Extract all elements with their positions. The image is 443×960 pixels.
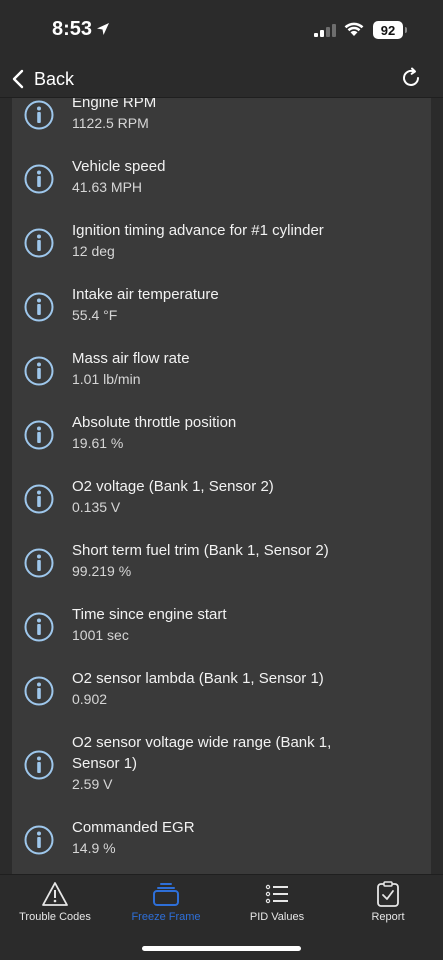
tab-freeze-frame[interactable]: Freeze Frame [111,881,221,931]
pid-value: 1001 sec [72,627,129,643]
list-item: O2 sensor lambda (Bank 1, Sensor 1) 0.90… [12,668,431,718]
home-indicator[interactable] [142,946,301,951]
pid-value: 1.01 lb/min [72,371,141,387]
list-icon [265,884,288,904]
back-button[interactable]: Back [12,66,74,92]
pid-value: 2.59 V [72,776,113,792]
wifi-icon [344,22,364,36]
pid-value: 1122.5 RPM [72,115,149,131]
pid-value: 41.63 MPH [72,179,143,195]
status-time: 8:53 [52,18,93,40]
cellular-signal-icon [314,24,336,37]
pid-value: 14.9 % [72,840,116,856]
info-icon[interactable] [24,292,54,322]
info-icon[interactable] [24,612,54,642]
info-icon[interactable] [24,164,54,194]
tab-label: PID Values [249,911,305,923]
pid-value: 12 deg [72,243,115,259]
chevron-left-icon [12,69,24,89]
list-item: Time since engine start 1001 sec [12,604,431,654]
clipboard-check-icon [377,881,399,907]
pid-name: Intake air temperature [72,286,219,303]
list-item: Vehicle speed 41.63 MPH [12,156,431,206]
pid-value: 19.61 % [72,435,124,451]
pid-name: Absolute throttle position [72,414,237,431]
info-icon[interactable] [24,484,54,514]
list-item: O2 sensor voltage wide range (Bank 1, Se… [12,732,431,802]
list-item: O2 voltage (Bank 1, Sensor 2) 0.135 V [12,476,431,526]
pid-name: Time since engine start [72,606,227,623]
pid-name: Ignition timing advance for #1 cylinder [72,222,324,239]
tab-report[interactable]: Report [333,881,443,931]
list-item: Commanded EGR 14.9 % [12,817,431,867]
list-item: Intake air temperature 55.4 °F [12,284,431,334]
pid-name: Commanded EGR [72,819,195,836]
pid-value: 55.4 °F [72,307,118,323]
warning-triangle-icon [42,882,68,906]
freeze-frame-list[interactable]: Engine RPM 1122.5 RPM Vehicle speed 41.6… [12,98,431,874]
pid-name: Engine RPM [72,98,157,111]
info-icon[interactable] [24,676,54,706]
tab-label: Report [371,911,405,923]
list-item: Mass air flow rate 1.01 lb/min [12,348,431,398]
tab-pid-values[interactable]: PID Values [222,881,332,931]
navigation-bar: Back [0,58,443,98]
info-icon[interactable] [24,825,54,855]
list-item: Engine RPM 1122.5 RPM [12,98,431,142]
battery-indicator: 92 [373,21,407,39]
list-item: Short term fuel trim (Bank 1, Sensor 2) … [12,540,431,590]
pid-name: O2 sensor lambda (Bank 1, Sensor 1) [72,670,324,687]
status-bar: 8:53 92 [0,0,443,58]
tab-trouble-codes[interactable]: Trouble Codes [0,881,110,931]
location-arrow-icon [97,23,109,35]
refresh-icon[interactable] [399,66,423,90]
info-icon[interactable] [24,548,54,578]
info-icon[interactable] [24,750,54,780]
battery-level: 92 [380,22,396,38]
pid-name: Mass air flow rate [72,350,190,367]
info-icon[interactable] [24,356,54,386]
tab-label: Trouble Codes [19,911,91,923]
info-icon[interactable] [24,100,54,130]
info-icon[interactable] [24,420,54,450]
pid-value: 0.902 [72,691,108,707]
pid-name: Short term fuel trim (Bank 1, Sensor 2) [72,542,329,559]
back-label: Back [34,68,75,89]
tab-label: Freeze Frame [131,911,201,923]
pid-name: O2 sensor voltage wide range (Bank 1, Se… [72,734,332,772]
list-item: Ignition timing advance for #1 cylinder … [12,220,431,270]
list-item: Absolute throttle position 19.61 % [12,412,431,462]
info-icon[interactable] [24,228,54,258]
stack-icon [153,883,179,906]
pid-value: 99.219 % [72,563,132,579]
pid-value: 0.135 V [72,499,121,515]
pid-name: Vehicle speed [72,158,166,175]
pid-name: O2 voltage (Bank 1, Sensor 2) [72,478,274,495]
